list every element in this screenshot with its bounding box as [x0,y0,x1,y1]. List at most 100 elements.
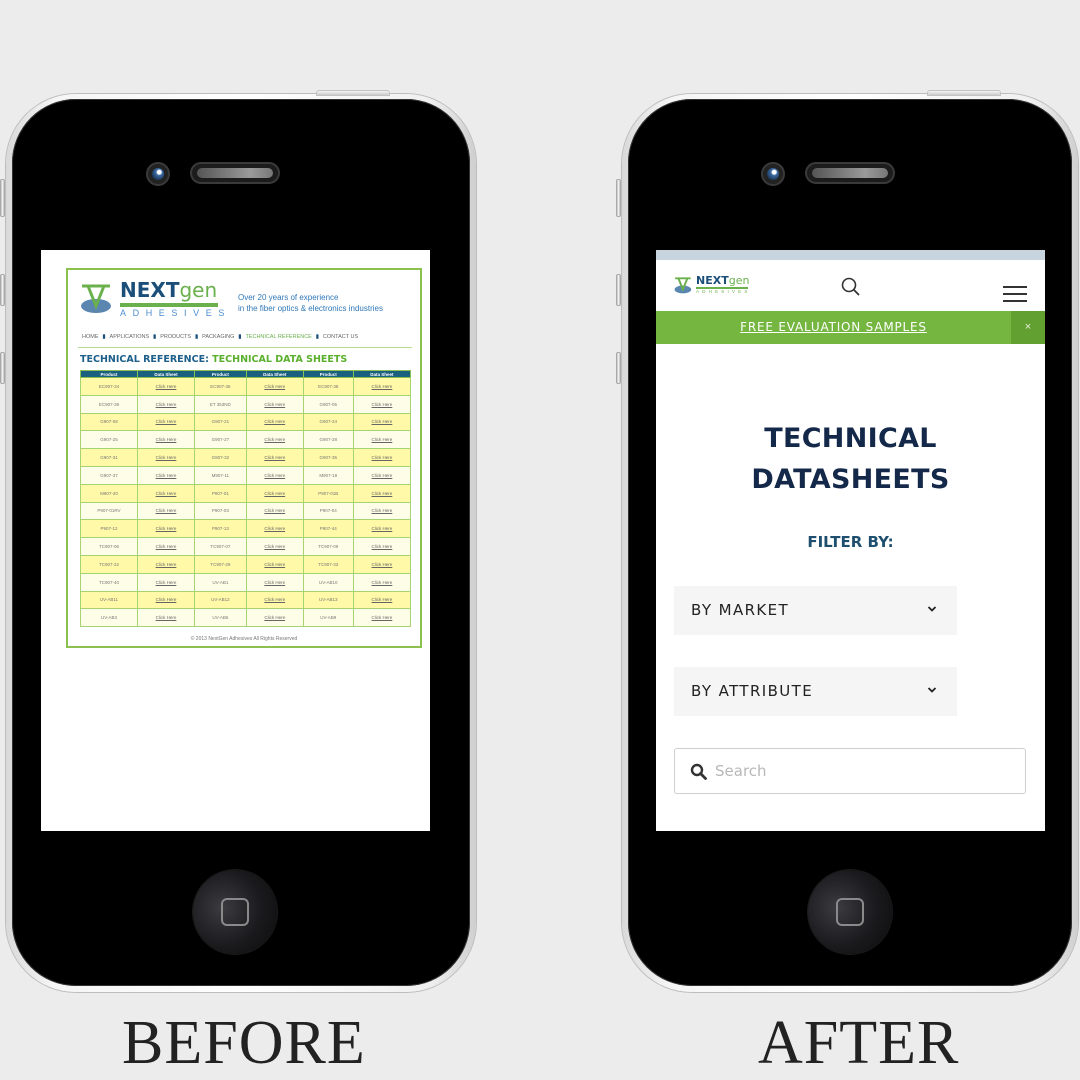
datasheet-link[interactable]: Click Here [245,608,304,628]
nav-item-products[interactable]: PRODUCTS [156,334,195,347]
product-cell: ET 353ND [194,394,247,414]
datasheet-link[interactable]: Click Here [136,501,196,521]
datasheet-link[interactable]: Click Here [245,394,304,414]
home-square-icon [836,898,864,926]
product-cell: EC907-39 [80,394,138,414]
datasheet-link[interactable]: Click Here [136,465,196,485]
site-header: NEXTgen ADHESIVES [656,260,1045,311]
attribute-filter-dropdown[interactable]: BY ATTRIBUTE [674,667,957,716]
product-cell: P907-13 [194,519,247,539]
home-square-icon [221,898,249,926]
table-row: UV-AB11 Click Here UV-AB12 Click Here UV-AB1… [80,590,412,610]
datasheet-link[interactable]: Click Here [352,377,412,396]
datasheet-link[interactable]: Click Here [352,394,412,414]
datasheet-link[interactable]: Click Here [352,519,412,539]
product-cell: G907-21 [194,412,247,432]
datasheet-link[interactable]: Click Here [245,377,304,396]
front-camera [146,162,170,186]
datasheet-link[interactable]: Click Here [352,590,412,610]
table-row: G907-37 Click Here M907-11 Click Here M907-1… [80,465,412,485]
product-cell: UV-AB11 [80,590,138,610]
product-cell: P907-01B [302,483,354,503]
datasheet-link[interactable]: Click Here [136,448,196,467]
tagline-line-2: in the fiber optics & electronics indust… [238,304,383,313]
table-row: TC907-06 Click Here TC907-07 Click Here TC90… [80,537,412,556]
product-cell: M907-20 [80,483,138,503]
datasheet-link[interactable]: Click Here [352,608,412,628]
nav-item-technical-reference[interactable]: TECHNICAL REFERENCE [241,334,315,347]
datasheet-link[interactable]: Click Here [352,430,412,450]
datasheet-link[interactable]: Click Here [136,519,196,539]
product-cell: G907-08 [80,412,138,432]
product-cell: TC907-07 [194,537,247,556]
earpiece-speaker [805,162,895,184]
nav-item-applications[interactable]: APPLICATIONS [106,334,154,347]
nav-item-packaging[interactable]: PACKAGING [198,334,238,347]
datasheet-link[interactable]: Click Here [245,519,304,539]
menu-icon[interactable] [1003,286,1027,302]
tagline: Over 20 years of experience in the fiber… [238,292,383,314]
datasheet-link[interactable]: Click Here [136,537,196,556]
datasheet-link[interactable]: Click Here [136,430,196,450]
column-header: Data Sheet [245,370,304,378]
datasheet-link[interactable]: Click Here [136,590,196,610]
search-icon[interactable] [841,277,861,297]
filter-label: FILTER BY: [807,533,894,551]
datasheet-link[interactable]: Click Here [136,394,196,414]
product-cell: P907-12 [80,519,138,539]
search-input[interactable] [715,749,1015,793]
datasheet-link[interactable]: Click Here [352,412,412,432]
nextgen-logo[interactable]: NEXTgen ADHESIVES [80,278,224,318]
table-row: P907-01RV Click Here P907-03 Click Here P907… [80,501,412,521]
market-filter-dropdown[interactable]: BY MARKET [674,586,957,635]
close-icon[interactable]: × [1011,311,1045,344]
datasheet-link[interactable]: Click Here [245,483,304,503]
product-cell: EC907-38 [302,377,354,396]
search-field[interactable] [674,748,1026,794]
nextgen-logo[interactable]: NEXTgen ADHESIVES [674,274,754,296]
datasheet-link[interactable]: Click Here [245,572,304,592]
datasheet-link[interactable]: Click Here [136,377,196,396]
datasheet-link[interactable]: Click Here [136,412,196,432]
table-row: G907-25 Click Here G907-27 Click Here G907-2… [80,430,412,450]
datasheet-link[interactable]: Click Here [245,448,304,467]
datasheet-link[interactable]: Click Here [245,430,304,450]
product-cell: UV-AB10 [302,572,354,592]
datasheet-link[interactable]: Click Here [136,572,196,592]
datasheet-link[interactable]: Click Here [136,608,196,628]
datasheet-link[interactable]: Click Here [352,537,412,556]
datasheet-link[interactable]: Click Here [245,554,304,574]
datasheet-link[interactable]: Click Here [136,483,196,503]
datasheet-link[interactable]: Click Here [352,483,412,503]
datasheet-link[interactable]: Click Here [352,448,412,467]
datasheet-link[interactable]: Click Here [245,465,304,485]
logo-subtitle: ADHESIVES [696,289,751,294]
product-cell: EC907-34 [80,377,138,396]
datasheet-link[interactable]: Click Here [352,465,412,485]
home-button[interactable] [193,870,277,954]
old-nav-bar: HOME ▮ APPLICATIONS ▮ PRODUCTS ▮ PACKAGING ▮ TEC… [78,334,412,348]
datasheet-link[interactable]: Click Here [352,501,412,521]
nav-item-contact-us[interactable]: CONTACT US [319,334,362,347]
home-button[interactable] [808,870,892,954]
product-cell: G907-32 [194,448,247,467]
datasheet-link[interactable]: Click Here [245,412,304,432]
datasheet-link[interactable]: Click Here [245,537,304,556]
datasheet-link[interactable]: Click Here [136,554,196,574]
old-site-container: NEXTgen ADHESIVES Over 20 years of exper… [66,268,422,648]
free-samples-link[interactable]: FREE EVALUATION SAMPLES [656,311,1011,344]
chevron-down-icon [927,606,937,612]
product-cell: G907-31 [80,448,138,467]
volume-up-button [616,274,621,306]
logo-mark-icon [674,277,692,294]
datasheet-link[interactable]: Click Here [352,572,412,592]
product-cell: UV-AB6 [194,608,247,628]
datasheet-link[interactable]: Click Here [245,501,304,521]
product-cell: UV-AB12 [194,590,247,610]
datasheet-link[interactable]: Click Here [352,554,412,574]
nav-item-home[interactable]: HOME [78,334,103,347]
table-row: UV-AB3 Click Here UV-AB6 Click Here UV-AB9 Cl… [80,608,412,628]
tagline-line-1: Over 20 years of experience [238,293,339,302]
table-row: M907-20 Click Here P907-01 Click Here P907-0… [80,483,412,503]
datasheet-link[interactable]: Click Here [245,590,304,610]
